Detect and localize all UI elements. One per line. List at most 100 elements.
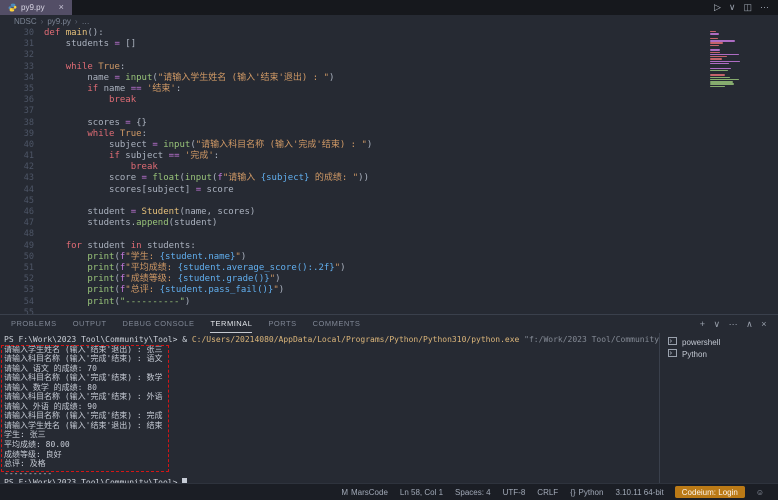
panel-tab-output[interactable]: OUTPUT bbox=[73, 315, 107, 333]
panel-tab-comments[interactable]: COMMENTS bbox=[313, 315, 361, 333]
code-line: 48 bbox=[0, 229, 778, 240]
marscode-icon: M bbox=[341, 488, 348, 497]
line-number: 43 bbox=[0, 173, 44, 184]
panel-tab-terminal[interactable]: TERMINAL bbox=[210, 315, 252, 333]
breadcrumb-separator: › bbox=[41, 17, 44, 26]
terminal-output-line: 请输入科目名称 (输入'完成'结束) : 数学 bbox=[4, 373, 659, 383]
editor-action-bar: ▷ ∨ ◫ ⋯ bbox=[714, 0, 778, 15]
status-language-mode[interactable]: {}Python bbox=[564, 484, 609, 500]
line-number: 53 bbox=[0, 285, 44, 296]
line-number: 33 bbox=[0, 62, 44, 73]
code-line: 44 scores[subject] = score bbox=[0, 185, 778, 196]
line-number: 50 bbox=[0, 252, 44, 263]
status-eol-sequence[interactable]: CRLF bbox=[531, 484, 564, 500]
terminal-icon bbox=[668, 337, 677, 347]
code-line: 54 print("----------") bbox=[0, 297, 778, 308]
line-number: 34 bbox=[0, 73, 44, 84]
status-feedback[interactable]: ☺ bbox=[750, 484, 770, 500]
code-line: 33 while True: bbox=[0, 62, 778, 73]
line-number: 38 bbox=[0, 118, 44, 129]
tab-title: py9.py bbox=[21, 3, 45, 12]
terminal-output-line: 请输入学生姓名 (输入'结束'退出) : 张三 bbox=[4, 345, 659, 355]
terminal-output-line: 学生: 张三 bbox=[4, 430, 659, 440]
breadcrumb-item[interactable]: NDSC bbox=[14, 17, 37, 26]
panel-body: PS F:\Work\2023 Tool\Community\Tool> & C… bbox=[0, 333, 778, 484]
terminal-output-line: 请输入科目名称 (输入'完成'结束) : 完成 bbox=[4, 411, 659, 421]
terminal-output-line: 请输入科目名称 (输入'完成'结束) : 外语 bbox=[4, 392, 659, 402]
line-number: 51 bbox=[0, 263, 44, 274]
breadcrumb-item[interactable]: … bbox=[82, 17, 90, 26]
line-number: 40 bbox=[0, 140, 44, 151]
line-number: 39 bbox=[0, 129, 44, 140]
python-icon bbox=[8, 3, 17, 12]
code-line: 46 student = Student(name, scores) bbox=[0, 207, 778, 218]
code-line: 50 print(f"学生: {student.name}") bbox=[0, 252, 778, 263]
more-icon[interactable]: ⋯ bbox=[729, 320, 739, 329]
status-indentation[interactable]: Spaces: 4 bbox=[449, 484, 497, 500]
code-editor[interactable]: 30def main():31 students = []3233 while … bbox=[0, 28, 778, 314]
code-line: 37 bbox=[0, 106, 778, 117]
terminal-output-line: 请输入科目名称 (输入'完成'结束) : 语文 bbox=[4, 354, 659, 364]
line-number: 45 bbox=[0, 196, 44, 207]
code-line: 36 break bbox=[0, 95, 778, 106]
line-number: 35 bbox=[0, 84, 44, 95]
terminal-output-line: 请输入 数学 的成绩: 80 bbox=[4, 383, 659, 393]
line-number: 54 bbox=[0, 297, 44, 308]
more-icon[interactable]: ⋯ bbox=[760, 3, 769, 12]
status-cursor-position[interactable]: Ln 58, Col 1 bbox=[394, 484, 449, 500]
panel-tab-problems[interactable]: PROBLEMS bbox=[11, 315, 57, 333]
code-line: 42 break bbox=[0, 162, 778, 173]
code-line: 53 print(f"总评: {student.pass_fail()}") bbox=[0, 285, 778, 296]
code-line: 38 scores = {} bbox=[0, 118, 778, 129]
status-marscode[interactable]: MMarsCode bbox=[335, 484, 394, 500]
code-line: 40 subject = input("请输入科目名称 (输入'完成'结束) :… bbox=[0, 140, 778, 151]
line-number: 48 bbox=[0, 229, 44, 240]
close-tab-icon[interactable]: × bbox=[59, 3, 64, 12]
chevron-up-icon[interactable]: ∧ bbox=[746, 320, 753, 329]
chevron-down-icon[interactable]: ∨ bbox=[729, 3, 736, 12]
terminal-output-line: 请输入 外语 的成绩: 90 bbox=[4, 402, 659, 412]
panel-tab-ports[interactable]: PORTS bbox=[268, 315, 296, 333]
code-line: 32 bbox=[0, 50, 778, 61]
code-line: 43 score = float(input(f"请输入 {subject} 的… bbox=[0, 173, 778, 184]
terminal-output-line: 成绩等级: 良好 bbox=[4, 450, 659, 460]
code-line: 47 students.append(student) bbox=[0, 218, 778, 229]
tab-py9[interactable]: py9.py × bbox=[0, 0, 72, 15]
panel-tab-bar: PROBLEMS OUTPUT DEBUG CONSOLE TERMINAL PORTS… bbox=[0, 315, 778, 333]
breadcrumb-item[interactable]: py9.py bbox=[47, 17, 71, 26]
plus-icon[interactable]: + bbox=[700, 320, 706, 329]
close-icon[interactable]: × bbox=[761, 320, 767, 329]
status-codeium-login[interactable]: Codeium: Login bbox=[675, 486, 745, 498]
code-line: 39 while True: bbox=[0, 129, 778, 140]
split-editor-icon[interactable]: ◫ bbox=[743, 3, 752, 12]
line-number: 52 bbox=[0, 274, 44, 285]
status-python-interpreter[interactable]: 3.10.11 64-bit bbox=[609, 484, 669, 500]
panel-tab-debug-console[interactable]: DEBUG CONSOLE bbox=[123, 315, 195, 333]
editor-tab-bar: py9.py × ▷ ∨ ◫ ⋯ bbox=[0, 0, 778, 15]
panel-action-bar: + ∨ ⋯ ∧ × bbox=[700, 315, 767, 333]
terminal-session-powershell[interactable]: powershell bbox=[660, 336, 778, 348]
terminal-output-line: 请输入 语文 的成绩: 70 bbox=[4, 364, 659, 374]
line-number: 49 bbox=[0, 241, 44, 252]
line-number: 41 bbox=[0, 151, 44, 162]
code-lines: 30def main():31 students = []3233 while … bbox=[0, 28, 778, 314]
minimap[interactable] bbox=[710, 31, 740, 90]
code-line: 52 print(f"成绩等级: {student.grade()}") bbox=[0, 274, 778, 285]
terminal-output-line: 请输入学生姓名 (输入'结束'退出) : 结束 bbox=[4, 421, 659, 431]
code-line: 41 if subject == '完成': bbox=[0, 151, 778, 162]
status-encoding[interactable]: UTF-8 bbox=[497, 484, 532, 500]
code-line: 45 bbox=[0, 196, 778, 207]
code-line: 35 if name == '结束': bbox=[0, 84, 778, 95]
breadcrumb: NDSC›py9.py›… bbox=[0, 15, 778, 28]
status-bar: MMarsCodeLn 58, Col 1Spaces: 4UTF-8CRLF{… bbox=[0, 483, 778, 500]
code-line: 30def main(): bbox=[0, 28, 778, 39]
code-line: 49 for student in students: bbox=[0, 241, 778, 252]
terminal-output[interactable]: PS F:\Work\2023 Tool\Community\Tool> & C… bbox=[0, 333, 659, 484]
terminal-separator-line: ---------- bbox=[4, 469, 659, 479]
code-line: 34 name = input("请输入学生姓名 (输入'结束'退出) : ") bbox=[0, 73, 778, 84]
run-icon[interactable]: ▷ bbox=[714, 3, 721, 12]
terminal-icon bbox=[668, 349, 677, 359]
terminal-session-python[interactable]: Python bbox=[660, 348, 778, 360]
terminal-output-line: 总评: 及格 bbox=[4, 459, 659, 469]
chevron-down-icon[interactable]: ∨ bbox=[714, 320, 721, 329]
